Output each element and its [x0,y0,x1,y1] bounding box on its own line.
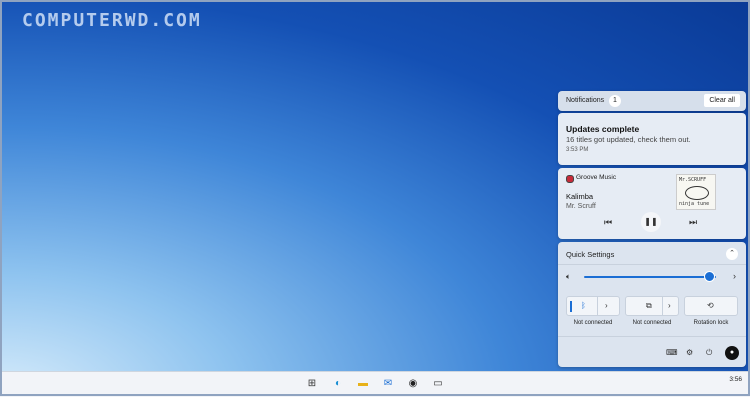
chevron-right-icon[interactable]: › [668,301,671,310]
task-view-icon[interactable]: ▭ [431,377,445,391]
previous-track-icon[interactable]: ⏮ [604,217,612,228]
windows-start-icon[interactable]: ⊞ [305,377,319,391]
bluetooth-icon: ᛒ [581,301,586,310]
watermark: COMPUTERWD.COM [22,10,202,31]
volume-slider-track[interactable] [584,276,716,278]
divider [558,264,746,265]
notifications-title: Notifications [566,97,605,104]
cast-tile-label: Not connected [632,320,672,326]
volume-device-chevron-icon[interactable]: › [733,271,736,281]
cast-icon: ⧉ [646,301,652,310]
rotation-lock-tile-label: Rotation lock [693,320,729,326]
notification-card[interactable]: Updates complete 16 titles got updated, … [558,113,746,165]
cast-tile[interactable]: ⧉ › [625,296,679,316]
notifications-count-badge: 1 [609,95,621,107]
quick-settings-title: Quick Settings [566,250,615,259]
media-app-name: Groove Music [576,174,617,181]
media-song-title: Kalimba [566,192,594,201]
bluetooth-tile[interactable]: ᛒ › [566,296,620,316]
volume-slider-thumb[interactable] [703,271,715,282]
account-icon[interactable]: ● [725,346,739,360]
edge-icon[interactable]: ◐ [331,377,345,391]
notifications-header: Notifications 1 Clear all [558,91,746,111]
groove-music-icon[interactable]: ◉ [406,377,420,391]
groove-music-icon [566,175,574,183]
taskbar-clock[interactable]: 3:56 [729,375,742,384]
quick-settings-panel: Quick Settings ⌃ 🔈︎ › ᛒ › ⧉ › ⟲ Not conn… [558,242,746,367]
pause-icon[interactable]: ❚❚ [641,212,661,232]
rotation-lock-icon: ⟲ [707,301,714,310]
clear-all-button[interactable]: Clear all [704,94,740,107]
clock-time: 3:56 [729,376,742,383]
rotation-lock-tile[interactable]: ⟲ [684,296,738,316]
notification-title: Updates complete [566,124,640,134]
keyboard-icon[interactable]: ⌨ [666,348,678,357]
next-track-icon[interactable]: ⏭ [689,217,697,228]
chevron-up-icon[interactable]: ⌃ [726,248,738,260]
album-art: Mr.SCRUFF ninja tune [676,174,716,210]
file-explorer-icon[interactable]: ▬ [356,377,370,391]
album-art-drawing [685,186,709,200]
album-art-text-bottom: ninja tune [679,201,710,207]
settings-icon[interactable]: ⚙ [686,348,693,357]
mail-icon[interactable]: ✉ [381,377,395,391]
divider [558,336,746,337]
bluetooth-active-indicator [570,301,572,312]
media-artist: Mr. Scruff [566,203,596,210]
bluetooth-tile-label: Not connected [573,320,613,326]
album-art-text-top: Mr.SCRUFF [679,177,707,183]
notification-time: 3:53 PM [566,147,589,153]
chevron-right-icon[interactable]: › [605,301,608,310]
notification-body: 16 titles got updated, check them out. [566,135,691,144]
media-controls-card[interactable]: Groove Music Kalimba Mr. Scruff ⏮ ❚❚ ⏭ M… [558,168,746,239]
taskbar: ⊞ ◐ ▬ ✉ ◉ ▭ 3:56 [0,371,750,397]
volume-icon[interactable]: 🔈︎ [566,272,571,282]
power-icon[interactable]: ⏻ [706,348,712,358]
